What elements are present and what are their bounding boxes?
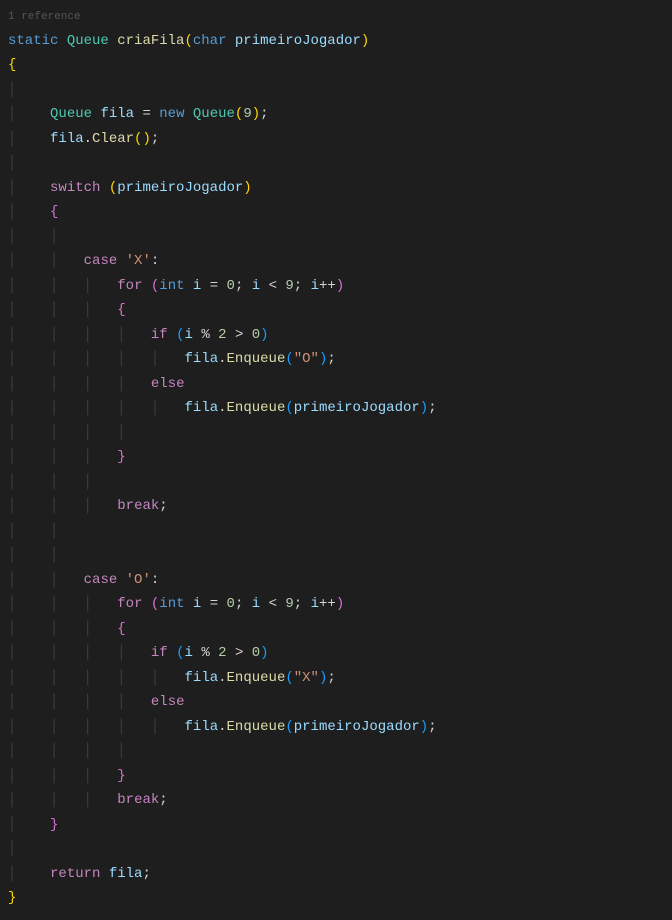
literal-9: 9 bbox=[243, 106, 251, 122]
literal-string-X: "X" bbox=[294, 670, 319, 686]
literal-string-O: "O" bbox=[294, 351, 319, 367]
keyword-if: if bbox=[151, 327, 168, 343]
keyword-new: new bbox=[159, 106, 184, 122]
method-clear: Clear bbox=[92, 131, 134, 147]
method-enqueue: Enqueue bbox=[227, 351, 286, 367]
keyword-break: break bbox=[117, 498, 159, 514]
var-fila: fila bbox=[100, 106, 134, 122]
type-queue-local: Queue bbox=[50, 106, 92, 122]
keyword-static: static bbox=[8, 33, 58, 49]
code-editor[interactable]: 1 reference static Queue criaFila(char p… bbox=[0, 0, 672, 915]
codelens-reference[interactable]: 1 reference bbox=[8, 11, 81, 23]
keyword-for: for bbox=[117, 278, 142, 294]
keyword-switch: switch bbox=[50, 180, 100, 196]
type-queue: Queue bbox=[67, 33, 109, 49]
literal-char-X: 'X' bbox=[126, 253, 151, 269]
method-name: criaFila bbox=[117, 33, 184, 49]
type-char: char bbox=[193, 33, 227, 49]
literal-char-O: 'O' bbox=[126, 572, 151, 588]
keyword-case-o: case bbox=[84, 572, 118, 588]
keyword-return: return bbox=[50, 866, 100, 882]
keyword-case-x: case bbox=[84, 253, 118, 269]
ctor-queue: Queue bbox=[193, 106, 235, 122]
param-primeiroJogador: primeiroJogador bbox=[235, 33, 361, 49]
keyword-else: else bbox=[151, 376, 185, 392]
